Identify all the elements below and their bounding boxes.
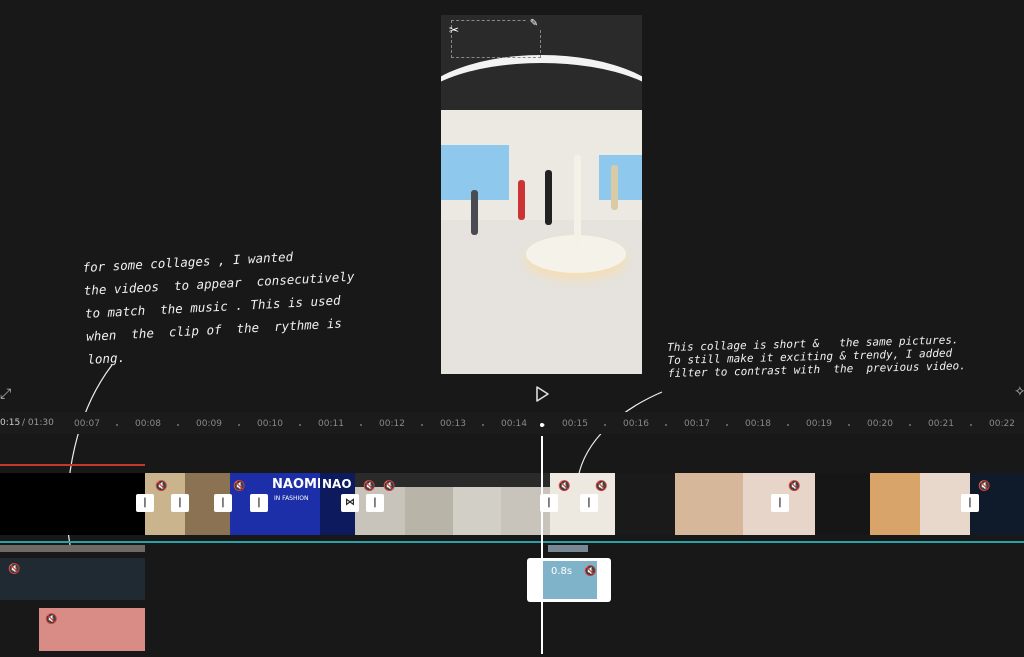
- transition-icon[interactable]: |: [961, 494, 979, 512]
- ruler-tick-label: 00:11: [318, 419, 344, 429]
- mute-icon[interactable]: 🔇: [595, 481, 607, 492]
- mute-icon[interactable]: 🔇: [155, 481, 167, 492]
- ruler-tick-label: 00:21: [928, 419, 954, 429]
- video-clip-runway[interactable]: 🔇: [615, 473, 970, 535]
- transition-icon[interactable]: ⋈: [341, 494, 359, 512]
- ruler-tick-label: 00:07: [74, 419, 100, 429]
- ruler-tick-label: 00:13: [440, 419, 466, 429]
- audio-marker-line: [0, 464, 145, 466]
- total-time: / 01:30: [22, 418, 54, 428]
- ruler-tick-label: 00:17: [684, 419, 710, 429]
- current-time: 0:15: [0, 418, 21, 428]
- ruler-tick-label: 00:10: [257, 419, 283, 429]
- transition-icon[interactable]: |: [771, 494, 789, 512]
- ruler-dot: [604, 424, 606, 426]
- mute-icon[interactable]: 🔇: [363, 481, 375, 492]
- ruler-dot: [726, 424, 728, 426]
- mute-icon[interactable]: 🔇: [558, 481, 570, 492]
- transition-icon[interactable]: |: [171, 494, 189, 512]
- ruler-tick-label: 00:16: [623, 419, 649, 429]
- overlay-clip-gallery[interactable]: 🔇: [0, 558, 145, 600]
- ruler-tick-label: 00:20: [867, 419, 893, 429]
- clip-subtitle: IN FASHION: [274, 495, 309, 502]
- ruler-dot: [482, 424, 484, 426]
- transition-icon[interactable]: |: [580, 494, 598, 512]
- ruler-dot: [299, 424, 301, 426]
- mute-icon[interactable]: 🔇: [584, 566, 596, 577]
- video-clip-gallery[interactable]: 🔇 🔇: [355, 473, 550, 535]
- ruler-dot: [665, 424, 667, 426]
- ruler-tick-label: 00:19: [806, 419, 832, 429]
- track-line: [0, 541, 1024, 543]
- playhead[interactable]: [541, 436, 543, 654]
- transition-icon[interactable]: |: [366, 494, 384, 512]
- transition-icon[interactable]: |: [136, 494, 154, 512]
- transition-icon[interactable]: |: [214, 494, 232, 512]
- ruler-dot: [848, 424, 850, 426]
- clip-title-naomi: NAOMI: [272, 477, 320, 492]
- mute-icon[interactable]: 🔇: [45, 614, 57, 625]
- ruler-tick-label: 00:15: [562, 419, 588, 429]
- ruler-dot: [238, 424, 240, 426]
- mute-icon[interactable]: 🔇: [978, 481, 990, 492]
- mute-icon[interactable]: 🔇: [8, 564, 20, 575]
- ruler-tick-label: 00:18: [745, 419, 771, 429]
- ruler-dot: [421, 424, 423, 426]
- annotation-arrows: [66, 364, 663, 546]
- mute-icon[interactable]: 🔇: [788, 481, 800, 492]
- ruler-tick-label: 00:08: [135, 419, 161, 429]
- mute-icon[interactable]: 🔇: [383, 481, 395, 492]
- ruler-dot: [787, 424, 789, 426]
- overlay-strip[interactable]: [548, 545, 588, 552]
- overlay-strip[interactable]: [0, 545, 145, 552]
- clip-title-nao: NAO: [322, 477, 352, 491]
- ruler-dot: [360, 424, 362, 426]
- ruler-tick-label: 00:12: [379, 419, 405, 429]
- ruler-tick-label: 00:09: [196, 419, 222, 429]
- ruler-dot: [177, 424, 179, 426]
- ruler-dot: [909, 424, 911, 426]
- ruler-dot: [970, 424, 972, 426]
- playhead-marker[interactable]: [540, 423, 544, 427]
- clip-duration: 0.8s: [551, 566, 573, 577]
- ruler-dot: [116, 424, 118, 426]
- ruler-tick-label: 00:14: [501, 419, 527, 429]
- overlay-clip-runway[interactable]: 🔇: [39, 608, 145, 651]
- mute-icon[interactable]: 🔇: [233, 481, 245, 492]
- video-clip-naomi[interactable]: 🔇 NAOMI IN FASHION: [230, 473, 320, 535]
- transition-icon[interactable]: |: [250, 494, 268, 512]
- ruler-tick-label: 00:22: [989, 419, 1015, 429]
- video-clip-black[interactable]: [0, 473, 145, 535]
